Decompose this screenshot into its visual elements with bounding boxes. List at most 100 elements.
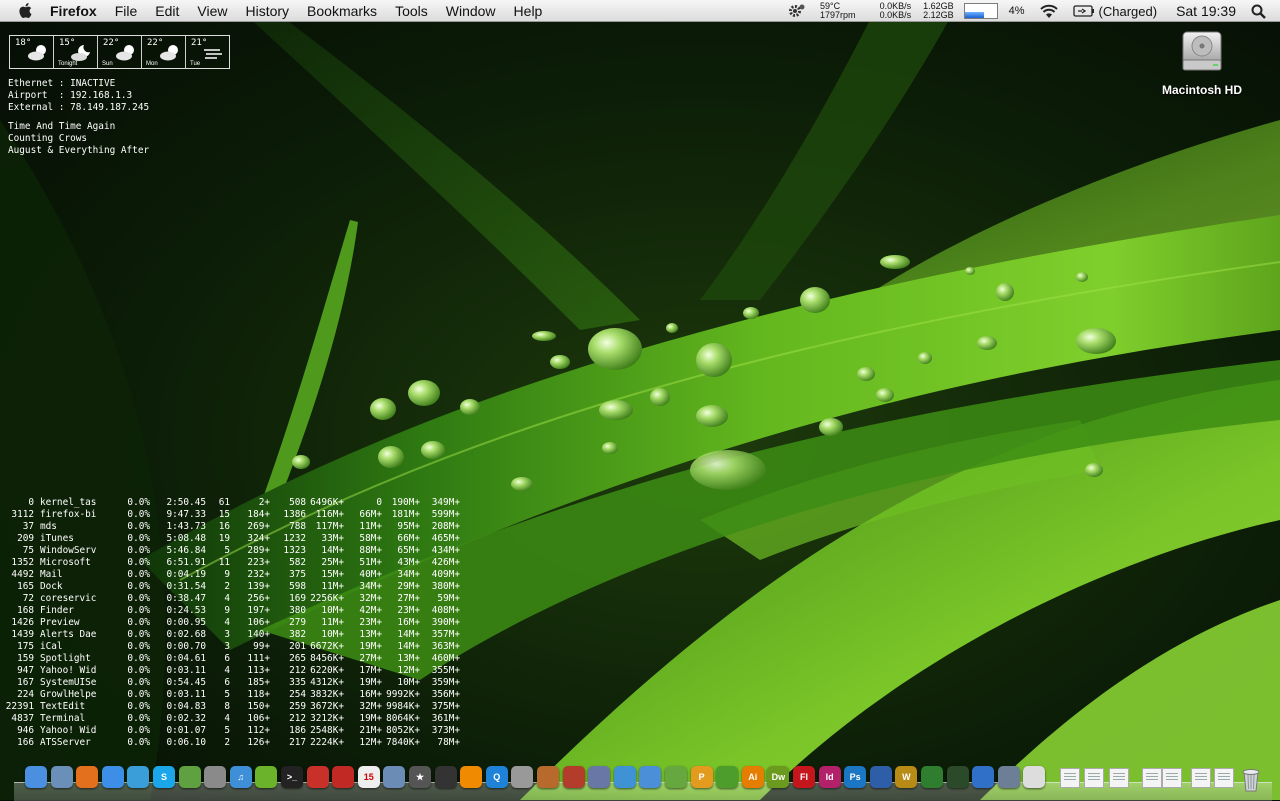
system-preferences-icon[interactable] bbox=[511, 766, 534, 788]
textedit-icon[interactable] bbox=[1023, 766, 1046, 788]
process-prt: 139+ bbox=[247, 581, 270, 592]
process-th: 5 bbox=[224, 545, 230, 556]
preview-app-icon[interactable] bbox=[997, 766, 1020, 788]
firefox-icon[interactable] bbox=[76, 766, 99, 788]
process-rprvt: 3672K+ bbox=[310, 701, 344, 712]
google-earth-icon[interactable] bbox=[869, 766, 892, 788]
gear-icon[interactable] bbox=[780, 2, 814, 20]
indesign-icon[interactable]: Id bbox=[818, 766, 841, 788]
dock-document[interactable] bbox=[1191, 768, 1211, 788]
process-rprvt: 25M+ bbox=[321, 557, 344, 568]
process-pid: 209 bbox=[17, 533, 34, 544]
process-rprvt: 2224K+ bbox=[310, 737, 344, 748]
spotlight-search-icon[interactable] bbox=[1243, 4, 1280, 19]
process-prt: 324+ bbox=[247, 533, 270, 544]
dock-document[interactable] bbox=[1084, 768, 1104, 788]
warcraft-icon[interactable]: W bbox=[895, 766, 918, 788]
weather-day: 15° Tonight bbox=[54, 36, 98, 68]
flash-icon[interactable]: Fl bbox=[793, 766, 815, 788]
spotify-icon[interactable] bbox=[255, 766, 278, 788]
process-vprvt: 361M+ bbox=[431, 713, 460, 724]
hype-icon[interactable] bbox=[665, 766, 687, 788]
process-rprvt: 2548K+ bbox=[310, 725, 344, 736]
vlc-icon[interactable] bbox=[460, 766, 483, 788]
itunes-icon[interactable]: ♫ bbox=[229, 766, 252, 788]
menu-view[interactable]: View bbox=[188, 0, 236, 22]
illustrator-icon[interactable]: Ai bbox=[741, 766, 764, 788]
chart-app-icon[interactable] bbox=[613, 766, 636, 788]
process-cpu: 0.0% bbox=[127, 737, 150, 748]
process-cpu: 0.0% bbox=[127, 509, 150, 520]
dreamweaver-icon[interactable]: Dw bbox=[767, 766, 790, 788]
apple-menu-icon[interactable] bbox=[18, 2, 34, 19]
memory-monitor[interactable]: 1.62GB 2.12GB bbox=[917, 2, 960, 20]
finder-icon[interactable] bbox=[25, 766, 47, 788]
ichat-icon[interactable] bbox=[127, 766, 150, 788]
temp-fan-monitor[interactable]: 59°C 1797rpm bbox=[814, 2, 862, 20]
dock-document[interactable] bbox=[1214, 768, 1234, 788]
process-name: kernel_tas bbox=[40, 497, 97, 508]
automator-icon[interactable] bbox=[204, 766, 227, 788]
menu-bookmarks[interactable]: Bookmarks bbox=[298, 0, 386, 22]
macintosh-hd-disk[interactable]: Macintosh HD bbox=[1150, 30, 1254, 97]
process-mreg: 217 bbox=[289, 737, 306, 748]
moon-cloud-icon bbox=[71, 45, 90, 61]
menu-file[interactable]: File bbox=[106, 0, 147, 22]
guitar-icon[interactable] bbox=[537, 766, 559, 788]
growl-icon[interactable] bbox=[178, 766, 201, 788]
menu-edit[interactable]: Edit bbox=[146, 0, 188, 22]
battery-status[interactable]: (Charged) bbox=[1097, 4, 1165, 19]
pen-icon[interactable] bbox=[588, 766, 611, 788]
xbox-icon[interactable] bbox=[716, 766, 739, 788]
process-rshrd: 34M+ bbox=[359, 581, 382, 592]
menu-clock[interactable]: Sat 19:39 bbox=[1164, 3, 1243, 19]
dock-document[interactable] bbox=[1109, 768, 1129, 788]
menu-window[interactable]: Window bbox=[437, 0, 505, 22]
process-name: Alerts Dae bbox=[40, 629, 97, 640]
imovie-icon[interactable]: ★ bbox=[409, 766, 431, 788]
app-menu-firefox[interactable]: Firefox bbox=[46, 0, 106, 22]
menu-tools[interactable]: Tools bbox=[386, 0, 437, 22]
utility-icon[interactable] bbox=[972, 766, 995, 788]
process-cpu: 0.0% bbox=[127, 605, 150, 616]
iphoto-icon[interactable] bbox=[383, 766, 406, 788]
process-time: 5:46.84 bbox=[166, 545, 206, 556]
process-prt: 126+ bbox=[247, 737, 270, 748]
red-app-icon[interactable] bbox=[332, 766, 355, 788]
clapper-icon[interactable] bbox=[434, 766, 457, 788]
trash-icon[interactable] bbox=[1241, 766, 1261, 792]
scripts-icon[interactable] bbox=[562, 766, 585, 788]
process-prt: 256+ bbox=[247, 593, 270, 604]
photoshop-icon[interactable]: Ps bbox=[844, 766, 867, 788]
preview-icon[interactable] bbox=[50, 766, 73, 788]
dock-document[interactable] bbox=[1162, 768, 1182, 788]
game-icon[interactable] bbox=[921, 766, 943, 788]
terminal-icon[interactable]: >_ bbox=[281, 766, 303, 788]
dashcode-icon[interactable] bbox=[639, 766, 662, 788]
process-cpu: 0.0% bbox=[127, 581, 150, 592]
battery-icon[interactable] bbox=[1066, 5, 1097, 17]
network-monitor[interactable]: 0.0KB/s 0.0KB/s bbox=[862, 2, 918, 20]
process-vprvt: 409M+ bbox=[431, 569, 460, 580]
dock-document[interactable] bbox=[1060, 768, 1080, 788]
skype-icon[interactable]: S bbox=[153, 766, 175, 788]
network-info: Ethernet : INACTIVE Airport : 192.168.1.3… bbox=[8, 78, 149, 114]
pages-icon[interactable]: P bbox=[690, 766, 713, 788]
process-mreg: 1232 bbox=[283, 533, 306, 544]
process-th: 3 bbox=[224, 641, 230, 652]
menu-history[interactable]: History bbox=[236, 0, 298, 22]
parallels-icon[interactable] bbox=[306, 766, 329, 788]
plant-icon[interactable] bbox=[946, 766, 969, 788]
track-title: Time And Time Again bbox=[8, 121, 116, 132]
process-vprvt: 599M+ bbox=[431, 509, 460, 520]
safari-icon[interactable] bbox=[101, 766, 124, 788]
ical-icon[interactable]: 15 bbox=[357, 766, 380, 788]
process-rprvt: 6220K+ bbox=[310, 665, 344, 676]
dock-document[interactable] bbox=[1142, 768, 1162, 788]
process-cpu: 0.0% bbox=[127, 545, 150, 556]
cpu-usage[interactable]: 4% bbox=[1002, 5, 1032, 17]
menu-help[interactable]: Help bbox=[505, 0, 552, 22]
quicktime-icon[interactable]: Q bbox=[485, 766, 508, 788]
wifi-icon[interactable] bbox=[1032, 4, 1066, 19]
process-rshrd: 88M+ bbox=[359, 545, 382, 556]
